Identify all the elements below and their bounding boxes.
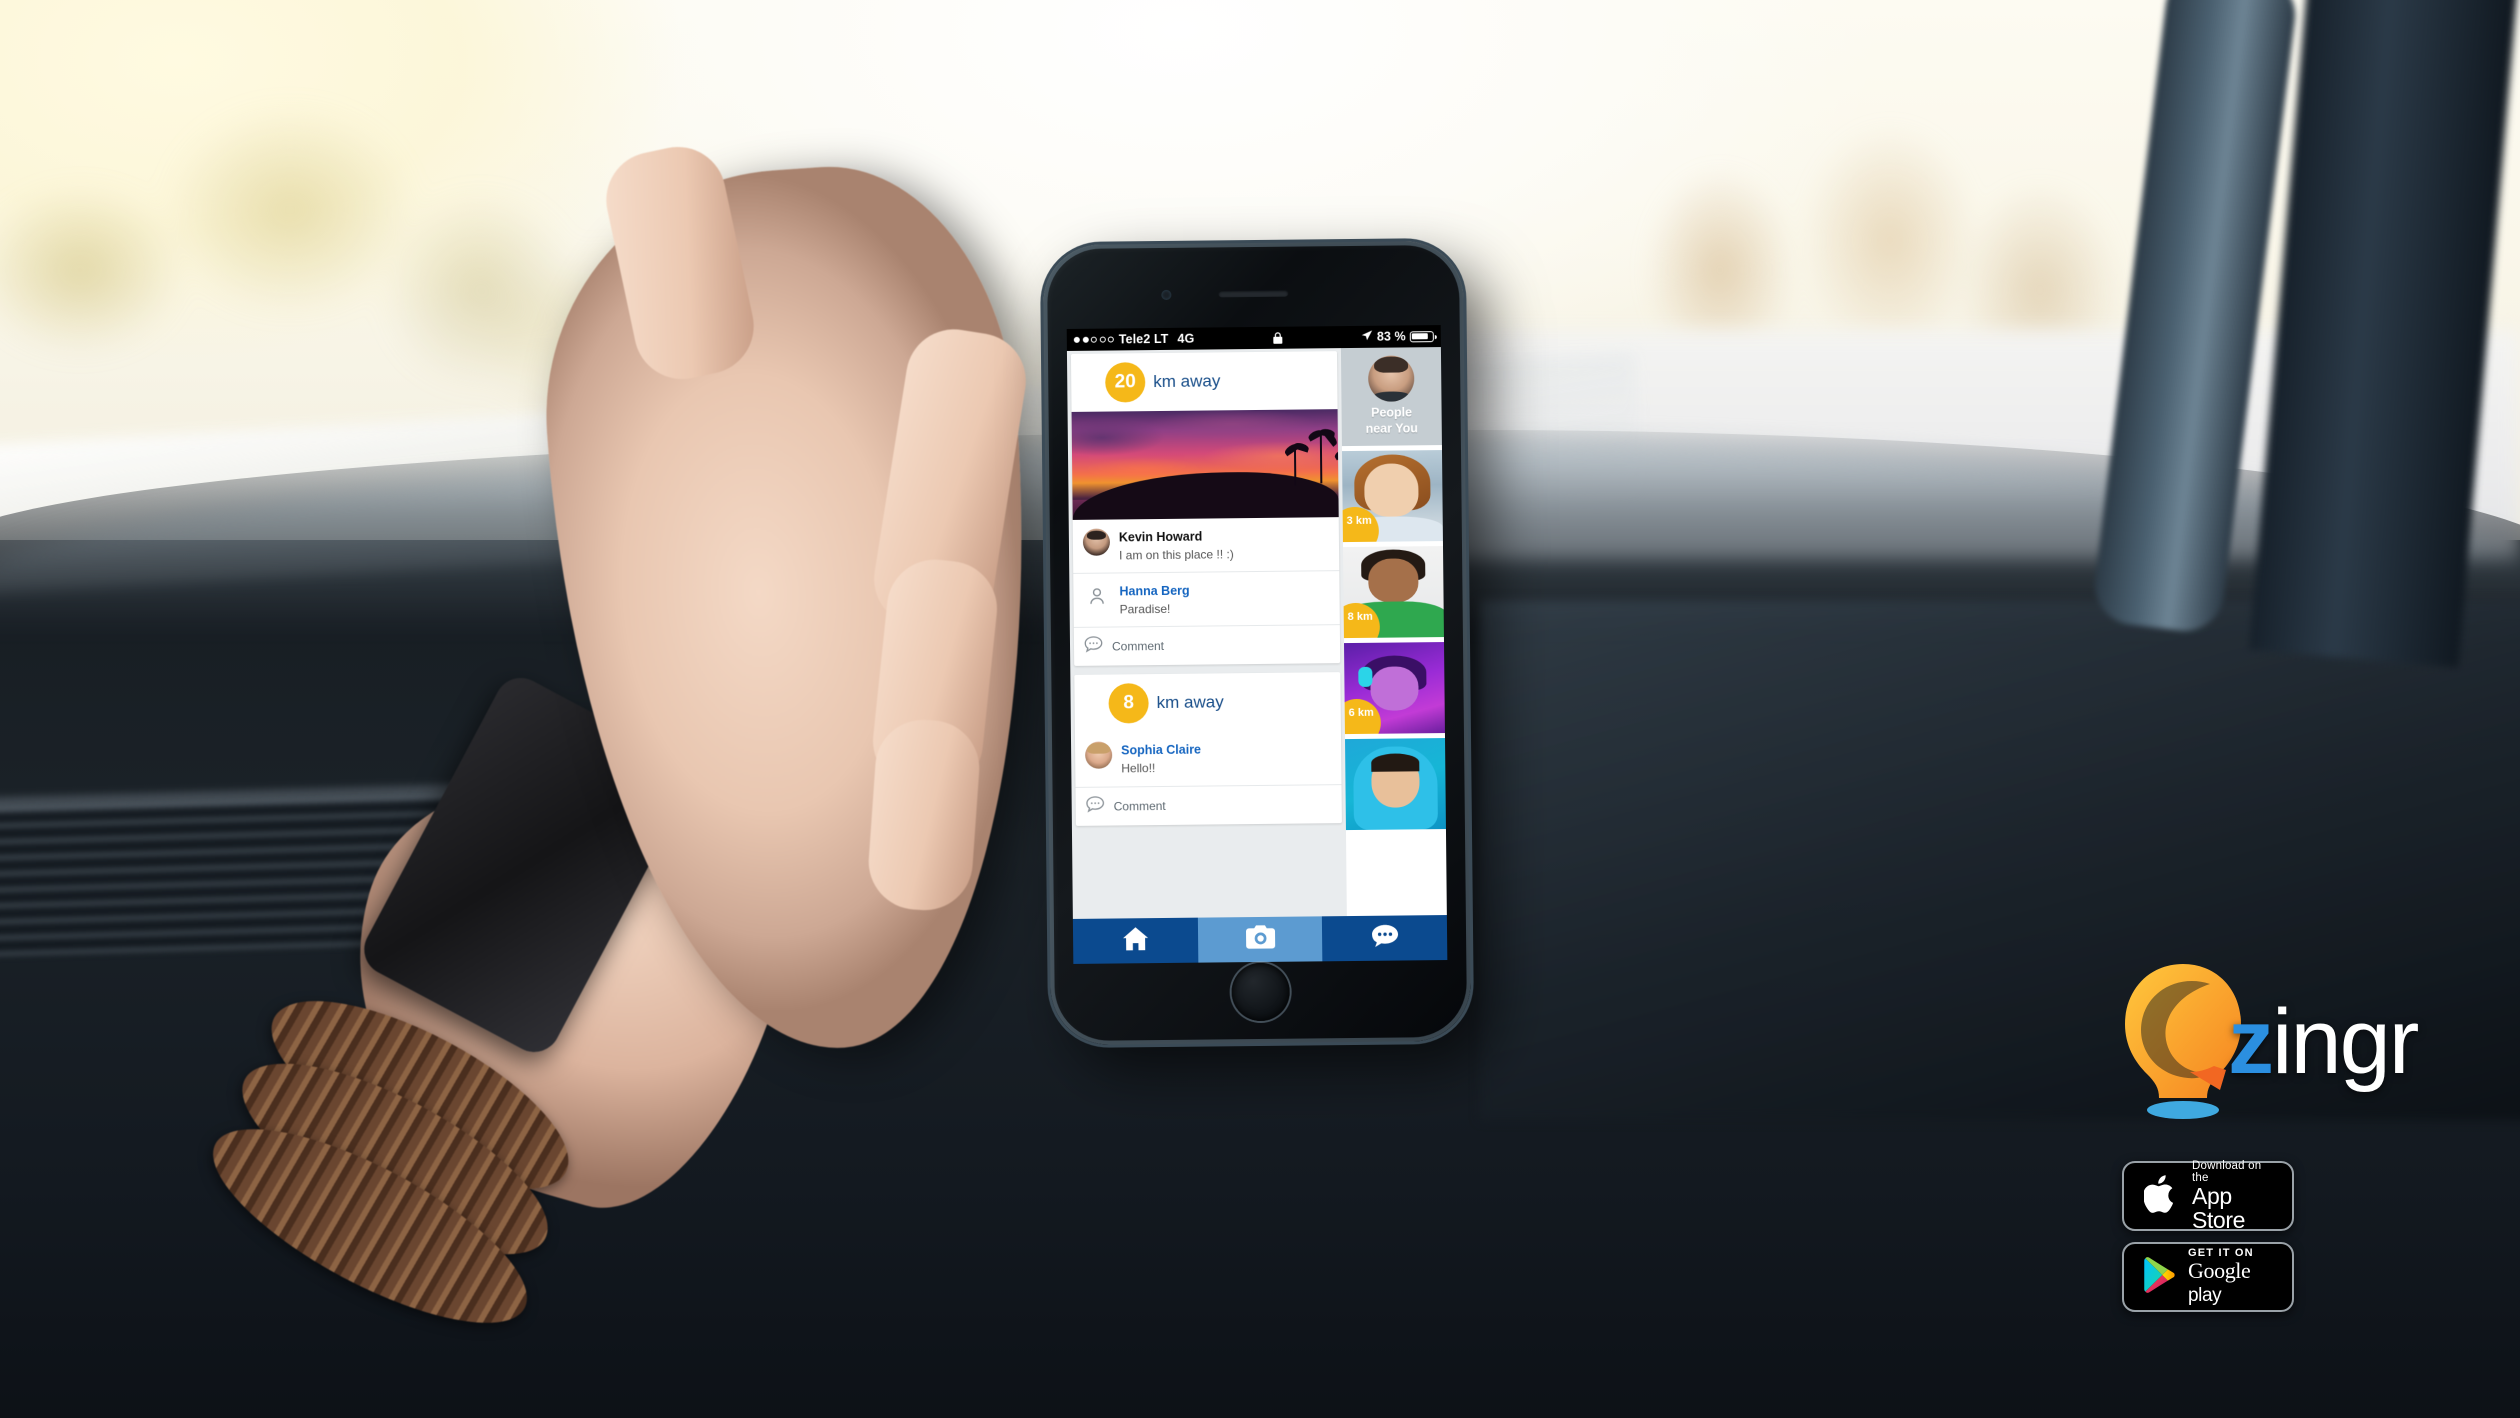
signal-strength-icon — [1073, 336, 1114, 343]
comment-label[interactable]: Comment — [1112, 639, 1164, 654]
brand-rest: ingr — [2272, 991, 2419, 1093]
feed-list[interactable]: 20 km away Kevin Howard I am on this pla… — [1066, 348, 1347, 919]
app-store-line2: App Store — [2192, 1182, 2245, 1234]
people-near-you-sidebar[interactable]: People near You 3 km 8 km 6 km — [1340, 347, 1447, 917]
distance-header: 20 km away — [1071, 351, 1338, 412]
post-text: Hello!! — [1121, 761, 1156, 776]
google-play-triangle-icon — [2144, 1256, 2176, 1298]
post-author[interactable]: Hanna Berg — [1119, 584, 1189, 599]
feed-post[interactable]: 8 km away Sophia Claire Hello!! Comment — [1074, 672, 1342, 826]
avatar — [1085, 741, 1113, 770]
nearby-person[interactable]: 8 km — [1343, 546, 1444, 639]
smartphone: Tele2 LT 4G 83 % 20 km away Kevin Howard… — [1042, 240, 1472, 1046]
post-author: Kevin Howard — [1118, 529, 1203, 545]
zingr-wordmark: zingr — [2228, 996, 2419, 1088]
nearby-person[interactable]: 6 km — [1344, 642, 1445, 735]
google-play-badge[interactable]: GET IT ON Google play — [2122, 1242, 2294, 1312]
comment-label[interactable]: Comment — [1114, 799, 1166, 814]
sidebar-header: People near You — [1340, 347, 1442, 447]
phone-screen: Tele2 LT 4G 83 % 20 km away Kevin Howard… — [1066, 325, 1448, 964]
network-type-label: 4G — [1177, 331, 1195, 346]
distance-label: km away — [1153, 371, 1221, 392]
nav-camera[interactable] — [1197, 916, 1323, 963]
google-play-word-play: play — [2188, 1285, 2222, 1307]
sidebar-title-line1: People — [1371, 405, 1413, 420]
distance-badge: 20 — [1105, 362, 1146, 403]
distance-label: km away — [1156, 692, 1224, 713]
user-silhouette-icon — [1083, 583, 1110, 610]
location-arrow-icon — [1361, 329, 1373, 344]
comment-bubble-icon — [1084, 636, 1103, 658]
post-author[interactable]: Sophia Claire — [1121, 743, 1201, 758]
post-text: I am on this place !! :) — [1119, 547, 1234, 563]
nearby-person[interactable] — [1345, 738, 1446, 831]
chat-bubble-icon — [1371, 924, 1399, 953]
home-icon — [1122, 926, 1149, 956]
battery-percent-label: 83 % — [1376, 329, 1406, 344]
google-play-word-google: Google — [2188, 1258, 2251, 1284]
distance-header: 8 km away — [1074, 673, 1341, 734]
post-photo[interactable] — [1071, 409, 1339, 520]
person-photo — [1345, 738, 1446, 831]
earpiece-speaker — [1218, 289, 1289, 298]
battery-icon — [1409, 330, 1434, 342]
nav-home[interactable] — [1072, 917, 1199, 964]
comment-row[interactable]: Comment — [1073, 624, 1341, 667]
distance-badge: 8 — [1108, 683, 1149, 724]
camera-icon — [1245, 925, 1275, 954]
zingr-brand: zingr — [2108, 958, 2508, 1138]
comment-bubble-icon — [1086, 795, 1105, 817]
app-store-badge[interactable]: Download on the App Store — [2122, 1159, 2294, 1234]
post-entry[interactable]: Kevin Howard I am on this place !! :) — [1073, 517, 1340, 573]
feed-post[interactable]: 20 km away Kevin Howard I am on this pla… — [1070, 351, 1341, 667]
lock-icon — [1194, 330, 1361, 345]
carrier-label: Tele2 LT — [1118, 331, 1169, 347]
post-entry[interactable]: Hanna Berg Paradise! — [1073, 570, 1340, 628]
brand-z: z — [2228, 991, 2274, 1093]
home-button[interactable] — [1231, 962, 1290, 1022]
avatar — [1082, 528, 1111, 556]
nearby-person[interactable]: 3 km — [1341, 450, 1443, 543]
apple-logo-icon — [2143, 1172, 2180, 1221]
front-camera — [1161, 289, 1172, 300]
comment-row[interactable]: Comment — [1075, 783, 1342, 826]
avatar — [1367, 355, 1415, 402]
bottom-navigation[interactable] — [1072, 915, 1448, 964]
app-body: 20 km away Kevin Howard I am on this pla… — [1066, 347, 1447, 919]
sidebar-title-line2: near You — [1365, 420, 1419, 436]
post-text: Paradise! — [1119, 602, 1171, 617]
post-entry[interactable]: Sophia Claire Hello!! — [1075, 731, 1342, 787]
ring-finger — [865, 716, 983, 914]
nav-chat[interactable] — [1322, 915, 1448, 962]
app-store-line1: Download on the — [2192, 1159, 2262, 1184]
